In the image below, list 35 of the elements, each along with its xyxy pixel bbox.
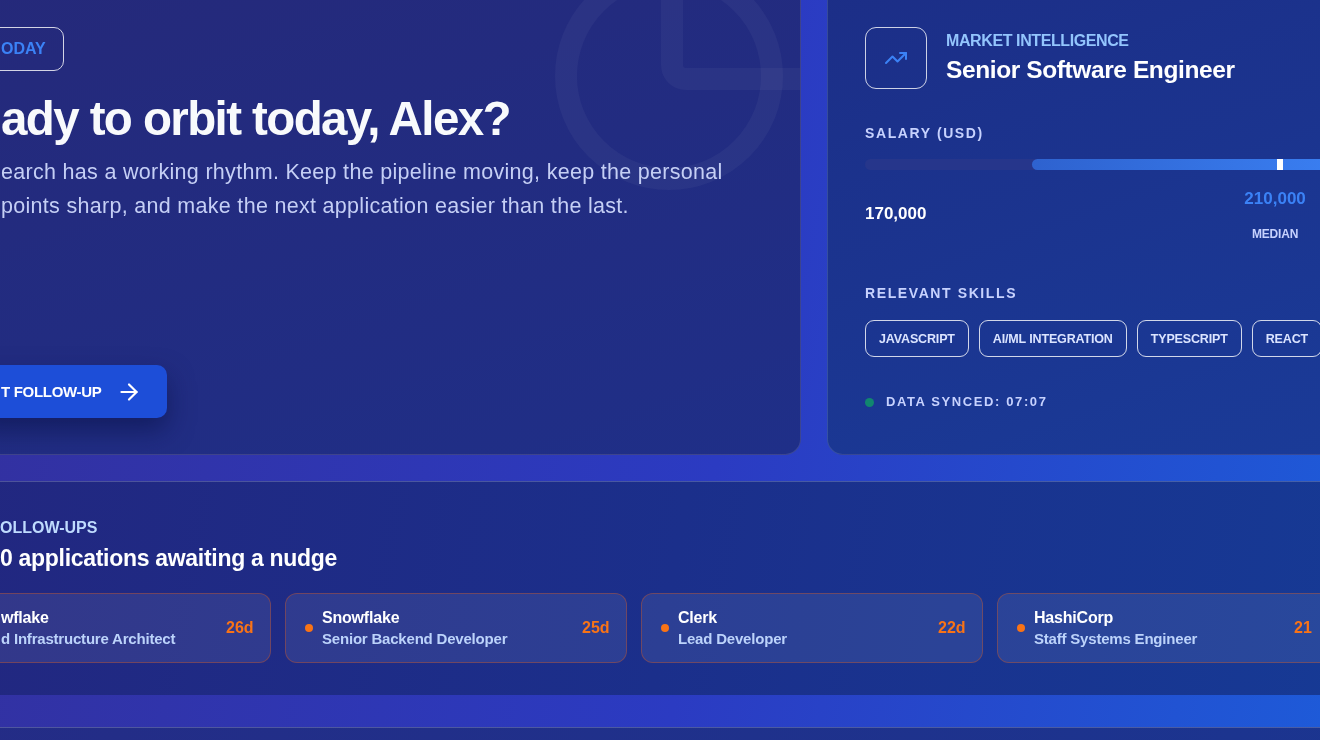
section-label: OLLOW-UPS xyxy=(0,519,99,537)
job-role: Senior Backend Developer xyxy=(322,629,509,648)
job-role: Staff Systems Engineer xyxy=(1034,629,1199,648)
greeting-title: ady to orbit today, Alex? xyxy=(1,93,511,145)
company-name: Clerk xyxy=(678,608,719,628)
median-label: MEDIAN xyxy=(1252,227,1299,241)
days-count: 26d xyxy=(226,619,255,637)
salary-low-value: 170,000 xyxy=(865,204,927,224)
status-dot-icon xyxy=(865,397,874,407)
role-title: Senior Software Engineer xyxy=(946,56,1235,84)
section-title: 0 applications awaiting a nudge xyxy=(0,545,339,571)
day-badge: ODAY xyxy=(0,27,64,71)
follow-up-card[interactable]: HashiCorp Staff Systems Engineer 21 xyxy=(997,593,1320,663)
follow-up-button[interactable]: T FOLLOW-UP xyxy=(0,365,167,418)
trending-up-icon xyxy=(865,27,927,89)
skills-label: RELEVANT SKILLS xyxy=(865,285,1019,302)
days-count: 21 xyxy=(1294,619,1313,637)
section-label: MARKET INTELLIGENCE xyxy=(946,32,1130,50)
sync-status: DATA SYNCED: 07:07 xyxy=(886,394,1048,410)
salary-label: SALARY (USD) xyxy=(865,125,985,142)
job-role: Lead Developer xyxy=(678,629,788,648)
days-count: 25d xyxy=(582,619,611,637)
skill-tag: TYPESCRIPT xyxy=(1136,320,1242,357)
skill-tag: AI/ML INTEGRATION xyxy=(978,320,1127,357)
days-count: 22d xyxy=(938,619,967,637)
follow-up-card[interactable]: wflake d Infrastructure Architect 26d xyxy=(0,593,271,663)
company-name: wflake xyxy=(1,608,50,628)
company-name: HashiCorp xyxy=(1034,608,1115,628)
median-value: 210,000 xyxy=(1244,189,1306,208)
follow-up-card[interactable]: Snowflake Senior Backend Developer 25d xyxy=(285,593,627,663)
skill-tag: JAVASCRIPT xyxy=(865,320,969,357)
job-role: d Infrastructure Architect xyxy=(1,629,177,648)
intro-text: earch has a working rhythm. Keep the pipeline moving, keep the personal points sharp, and make the next application easier than the last. xyxy=(1,159,724,220)
company-name: Snowflake xyxy=(322,608,401,628)
follow-up-card[interactable]: Clerk Lead Developer 22d xyxy=(641,593,983,663)
